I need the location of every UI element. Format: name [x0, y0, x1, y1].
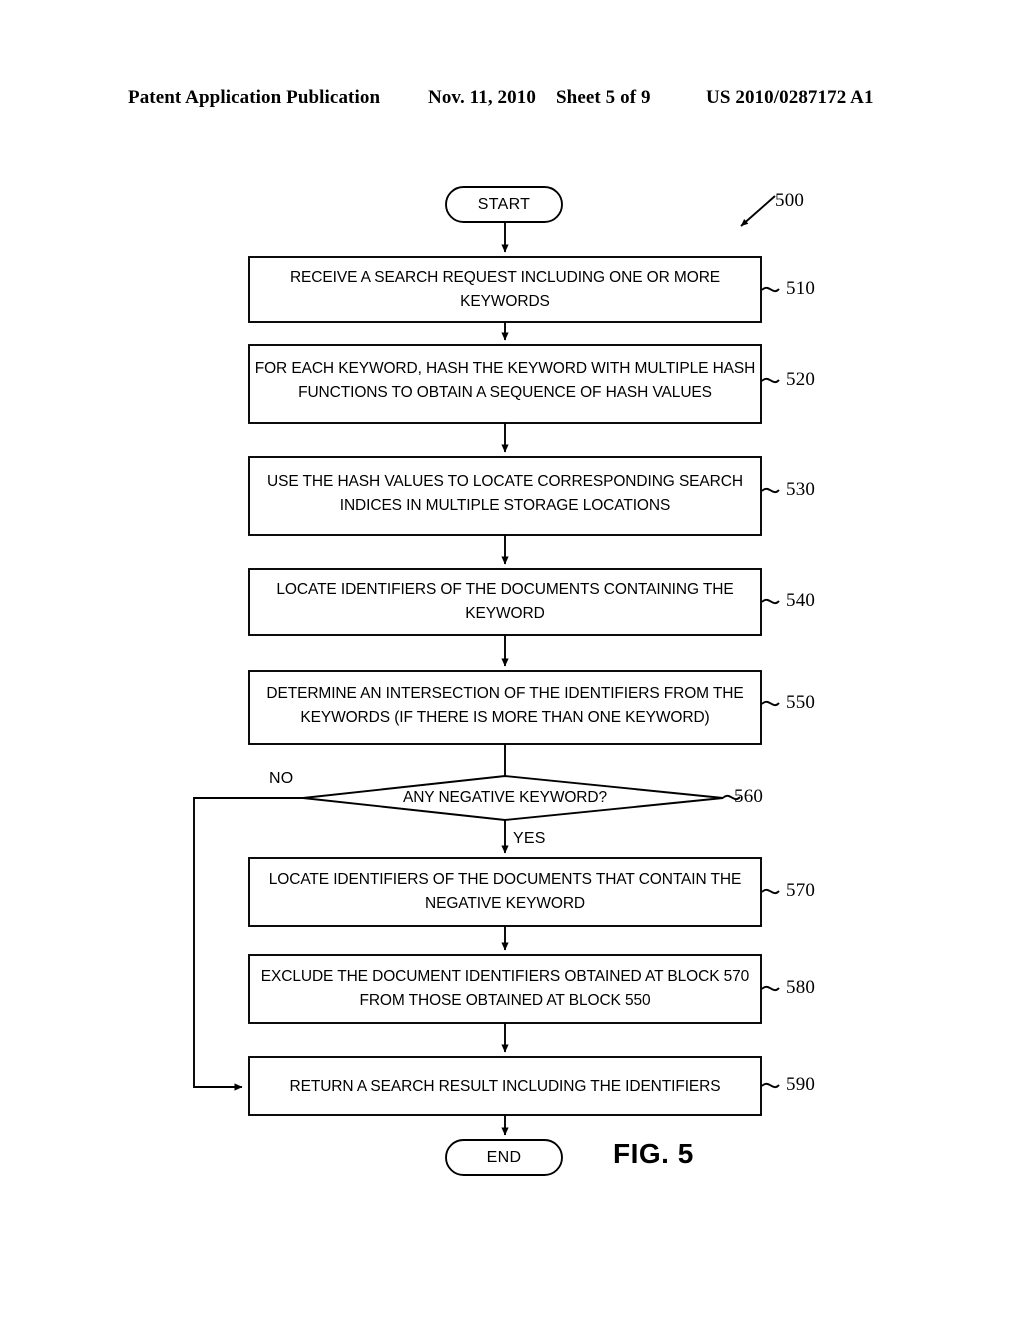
terminal-end-shape: [445, 1139, 563, 1176]
reference-numeral-590: 590: [786, 1074, 816, 1095]
figure-caption: FIG. 5: [613, 1138, 694, 1169]
process-box-580: [248, 954, 762, 1024]
leader-510: [761, 286, 780, 293]
decision-diamond-560: [302, 775, 724, 821]
process-box-550: [248, 670, 762, 745]
reference-numeral-500: 500: [775, 190, 805, 211]
leader-500: [740, 195, 776, 227]
figure-5-flowchart: START RECEIVE A SEARCH REQUEST INCLUDING…: [0, 0, 1024, 1320]
reference-numeral-540: 540: [786, 590, 816, 611]
flowchart-vector-layer: [193, 186, 780, 1176]
reference-numeral-520: 520: [786, 369, 816, 390]
process-box-530: [248, 456, 762, 536]
reference-numeral-560: 560: [734, 786, 764, 807]
leader-530: [761, 487, 780, 494]
edge-560-590-no: [193, 797, 303, 1091]
reference-numeral-510: 510: [786, 278, 816, 299]
process-box-510: [248, 256, 762, 323]
leader-580: [761, 985, 780, 992]
reference-numeral-530: 530: [786, 479, 816, 500]
branch-label-no: NO: [269, 770, 294, 787]
process-box-520: [248, 344, 762, 424]
reference-numeral-580: 580: [786, 977, 816, 998]
leader-520: [761, 377, 780, 384]
process-box-590: [248, 1056, 762, 1116]
leader-590: [761, 1082, 780, 1089]
leader-540: [761, 598, 780, 605]
process-box-570: [248, 857, 762, 927]
leader-570: [761, 888, 780, 895]
branch-label-yes: YES: [513, 830, 546, 847]
reference-numeral-570: 570: [786, 880, 816, 901]
reference-numeral-550: 550: [786, 692, 816, 713]
terminal-start-shape: [445, 186, 563, 223]
process-box-540: [248, 568, 762, 636]
leader-550: [761, 700, 780, 707]
